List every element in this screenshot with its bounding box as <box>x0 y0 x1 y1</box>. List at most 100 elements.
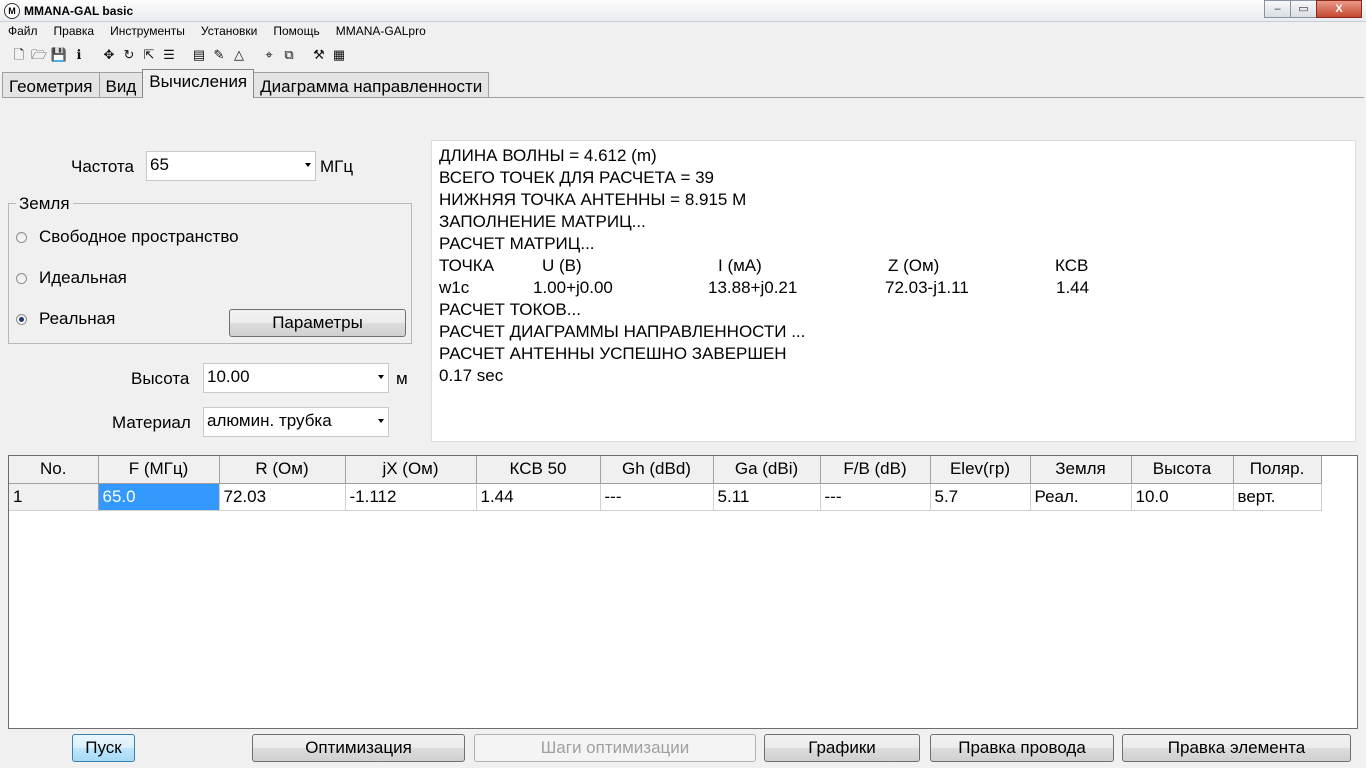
rotate-icon[interactable]: ↻ <box>120 46 138 64</box>
triangle-icon[interactable]: △ <box>230 46 248 64</box>
page-icon[interactable]: ▤ <box>190 46 208 64</box>
log-header-voltage: U (В) <box>542 256 582 275</box>
log-cell-swr: 1.44 <box>1056 278 1090 297</box>
table-cell[interactable]: 5.7 <box>930 483 1031 511</box>
menu-tools[interactable]: Инструменты <box>102 22 193 40</box>
log-line: ЗАПОЛНЕНИЕ МАТРИЦ... <box>439 212 646 231</box>
log-line: ДЛИНА ВОЛНЫ = 4.612 (m) <box>439 146 657 165</box>
maximize-button[interactable]: ▭ <box>1290 0 1317 18</box>
column-header[interactable]: Поляр. <box>1233 456 1322 484</box>
column-header[interactable]: Земля <box>1030 456 1132 484</box>
log-line: РАСЧЕТ АНТЕННЫ УСПЕШНО ЗАВЕРШЕН <box>439 344 787 363</box>
table-cell[interactable]: -1.112 <box>345 483 477 511</box>
close-button[interactable]: X <box>1316 0 1362 18</box>
menu-settings[interactable]: Установки <box>193 22 265 40</box>
tab-geometry[interactable]: Геометрия <box>2 72 100 98</box>
scale-icon[interactable]: ⇱ <box>140 46 158 64</box>
table-cell[interactable]: --- <box>820 483 931 511</box>
menu-help[interactable]: Помощь <box>265 22 327 40</box>
column-header[interactable]: Elev(гр) <box>930 456 1031 484</box>
radio-real[interactable]: Реальная <box>16 309 115 329</box>
column-header[interactable]: F/B (dB) <box>820 456 931 484</box>
table-cell[interactable]: 10.0 <box>1131 483 1234 511</box>
table-cell[interactable]: верт. <box>1233 483 1322 511</box>
log-line: РАСЧЕТ ТОКОВ... <box>439 300 581 319</box>
log-header-point: ТОЧКА <box>439 256 495 275</box>
radio-label: Свободное пространство <box>39 227 239 246</box>
crosshair-icon[interactable]: ⌖ <box>260 46 278 64</box>
log-line: 0.17 sec <box>439 366 504 385</box>
log-line: НИЖНЯЯ ТОЧКА АНТЕННЫ = 8.915 М <box>439 190 747 209</box>
column-header[interactable]: No. <box>9 456 99 484</box>
chevron-down-icon <box>378 419 384 423</box>
tab-pattern[interactable]: Диаграмма направленности <box>253 72 490 98</box>
info-icon[interactable]: ℹ <box>70 46 88 64</box>
log-header-impedance: Z (Ом) <box>888 256 940 275</box>
ground-parameters-button[interactable]: Параметры <box>229 309 406 337</box>
height-label: Высота <box>131 369 190 388</box>
column-header[interactable]: Ga (dBi) <box>713 456 821 484</box>
log-line: РАСЧЕТ МАТРИЦ... <box>439 234 595 253</box>
radio-free-space[interactable]: Свободное пространство <box>16 227 239 247</box>
minimize-button[interactable]: – <box>1264 0 1291 18</box>
material-value: алюмин. трубка <box>207 411 332 430</box>
column-header[interactable]: jX (Ом) <box>345 456 477 484</box>
table-row[interactable]: 1 65.0 72.03 -1.112 1.44 --- 5.11 --- 5.7 Реал. 10… <box>9 483 1322 511</box>
results-table: No. F (МГц) R (Ом) jX (Ом) КСВ 50 Gh (dBd) Ga … <box>9 456 1322 511</box>
move-icon[interactable]: ✥ <box>100 46 118 64</box>
radio-dot-icon <box>16 272 27 284</box>
radio-dot-icon <box>16 231 27 243</box>
column-header[interactable]: Gh (dBd) <box>600 456 714 484</box>
chevron-down-icon <box>378 375 384 379</box>
ground-title: Земля <box>16 194 73 214</box>
new-file-icon[interactable]: 🗋 <box>10 46 28 64</box>
height-value: 10.00 <box>207 367 250 386</box>
graphs-button[interactable]: Графики <box>764 734 920 762</box>
tab-view[interactable]: Вид <box>98 72 144 98</box>
column-header[interactable]: КСВ 50 <box>476 456 601 484</box>
edit-wire-button[interactable]: Правка провода <box>930 734 1114 762</box>
tab-strip: Геометрия Вид Вычисления Диаграмма напра… <box>2 69 490 98</box>
material-combo[interactable]: алюмин. трубка <box>203 407 389 437</box>
edit-element-button[interactable]: Правка элемента <box>1122 734 1351 762</box>
frequency-combo[interactable]: 65 <box>146 151 316 181</box>
height-combo[interactable]: 10.00 <box>203 363 389 393</box>
table-cell[interactable]: 72.03 <box>219 483 346 511</box>
tools-icon[interactable]: ⚒ <box>310 46 328 64</box>
table-cell[interactable]: --- <box>600 483 714 511</box>
column-header[interactable]: Высота <box>1131 456 1234 484</box>
chevron-down-icon <box>305 163 311 167</box>
table-header-row: No. F (МГц) R (Ом) jX (Ом) КСВ 50 Gh (dBd) Ga … <box>9 456 1322 484</box>
row-number: 1 <box>9 483 99 511</box>
calculator-icon[interactable]: ▦ <box>330 46 348 64</box>
frequency-value: 65 <box>150 155 169 174</box>
frequency-unit: МГц <box>320 157 354 176</box>
menu-edit[interactable]: Правка <box>46 22 103 40</box>
log-table-row: w1c 1.00+j0.00 13.88+j0.21 72.03-j1.11 1… <box>439 277 1355 299</box>
log-line: ВСЕГО ТОЧЕК ДЛЯ РАСЧЕТА = 39 <box>439 168 715 187</box>
optimize-button[interactable]: Оптимизация <box>252 734 465 762</box>
edit-icon[interactable]: ✎ <box>210 46 228 64</box>
frequency-label: Частота <box>71 157 135 176</box>
tab-calculations[interactable]: Вычисления <box>142 69 255 98</box>
column-header[interactable]: R (Ом) <box>219 456 346 484</box>
menu-pro[interactable]: MMANA-GALpro <box>328 22 434 40</box>
radio-perfect[interactable]: Идеальная <box>16 268 127 288</box>
column-header[interactable]: F (МГц) <box>98 456 220 484</box>
table-body: 1 65.0 72.03 -1.112 1.44 --- 5.11 --- 5.7 Реал. 10… <box>9 483 1322 511</box>
save-icon[interactable]: 💾 <box>50 46 68 64</box>
log-header-swr: КСВ <box>1055 256 1089 275</box>
table-cell[interactable]: Реал. <box>1030 483 1132 511</box>
optimization-steps-button[interactable]: Шаги оптимизации <box>474 734 756 762</box>
table-cell[interactable]: 1.44 <box>476 483 601 511</box>
log-cell-point: w1c <box>439 278 470 297</box>
copy-icon[interactable]: ⧉ <box>280 46 298 64</box>
open-folder-icon[interactable]: 🗁 <box>30 46 48 64</box>
menu-file[interactable]: Файл <box>0 22 46 40</box>
results-grid[interactable]: No. F (МГц) R (Ом) jX (Ом) КСВ 50 Gh (dBd) Ga … <box>8 455 1358 729</box>
table-cell[interactable]: 5.11 <box>713 483 821 511</box>
table-cell[interactable]: 65.0 <box>98 483 220 511</box>
calculation-log: ДЛИНА ВОЛНЫ = 4.612 (m) ВСЕГО ТОЧЕК ДЛЯ … <box>431 140 1356 442</box>
elements-icon[interactable]: ☰ <box>160 46 178 64</box>
start-button[interactable]: Пуск <box>72 734 135 762</box>
